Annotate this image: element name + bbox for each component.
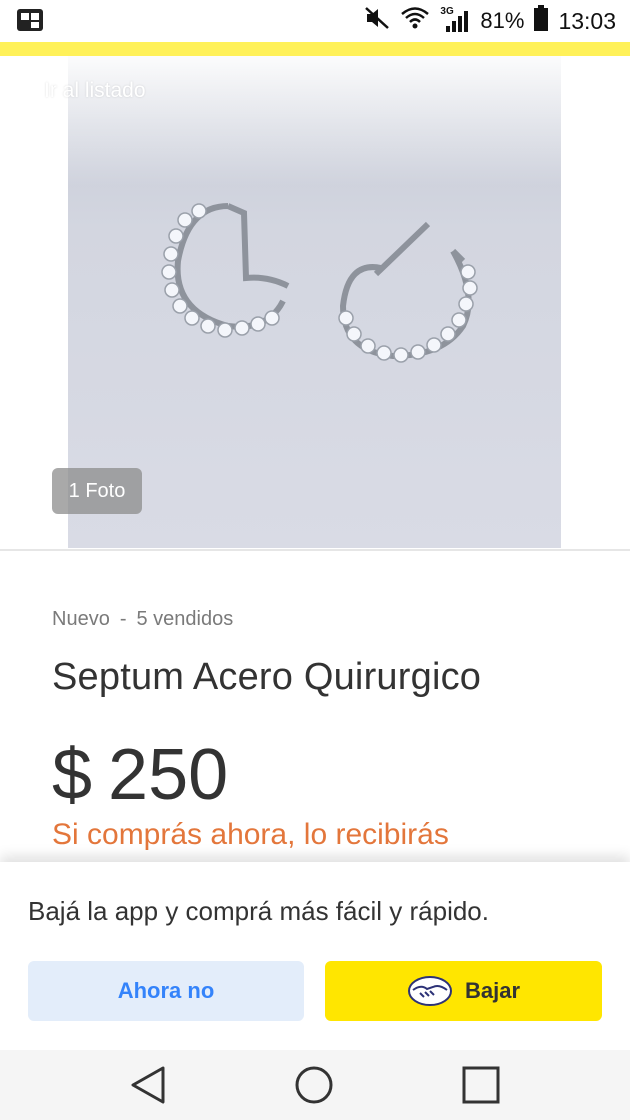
sold-count: 5 vendidos xyxy=(136,608,234,630)
back-label: Ir al listado xyxy=(44,79,146,102)
price-currency: $ xyxy=(52,735,93,815)
wifi-icon xyxy=(400,6,430,36)
brand-header-strip xyxy=(0,42,630,56)
item-subtitle: Nuevo -5 vendidos xyxy=(52,608,233,631)
triangle-back-icon[interactable] xyxy=(127,1064,169,1106)
clock: 13:03 xyxy=(558,7,616,34)
subtitle-separator: - xyxy=(119,608,127,630)
square-recents-icon[interactable] xyxy=(460,1064,502,1106)
mercadolibre-handshake-icon xyxy=(407,976,452,1006)
item-price: $ 250 xyxy=(52,734,228,816)
photo-gallery[interactable]: Ir al listado 1 Foto xyxy=(0,56,630,548)
item-title: Septum Acero Quirurgico xyxy=(52,656,482,698)
back-to-listing-link[interactable]: Ir al listado xyxy=(18,78,146,104)
status-bar: 3G 81% 13:03 xyxy=(0,0,630,42)
dismiss-button[interactable]: Ahora no xyxy=(28,961,304,1021)
dismiss-button-label: Ahora no xyxy=(117,978,215,1003)
app-download-banner: Bajá la app y comprá más fácil y rápido.… xyxy=(0,862,630,1050)
chevron-left-icon xyxy=(22,81,33,101)
download-app-button[interactable]: Bajar xyxy=(325,961,602,1021)
photo-count-badge: 1 Foto xyxy=(52,468,142,514)
item-condition: Nuevo xyxy=(52,608,110,630)
section-divider xyxy=(0,549,630,551)
navigation-bar xyxy=(0,1050,630,1120)
circle-home-icon[interactable] xyxy=(293,1064,335,1106)
shipping-info: Si comprás ahora, lo recibirás xyxy=(52,818,449,851)
mute-icon xyxy=(364,6,390,36)
battery-icon xyxy=(534,5,549,37)
status-indicators: 3G 81% 13:03 xyxy=(364,0,616,42)
banner-message: Bajá la app y comprá más fácil y rápido. xyxy=(28,896,489,926)
price-amount: 250 xyxy=(108,735,229,815)
signal-icon: 3G xyxy=(440,6,470,34)
battery-percent: 81% xyxy=(480,8,525,33)
download-button-label: Bajar xyxy=(464,978,521,1003)
header-gradient xyxy=(0,56,630,186)
app-notification-icon xyxy=(16,8,46,39)
